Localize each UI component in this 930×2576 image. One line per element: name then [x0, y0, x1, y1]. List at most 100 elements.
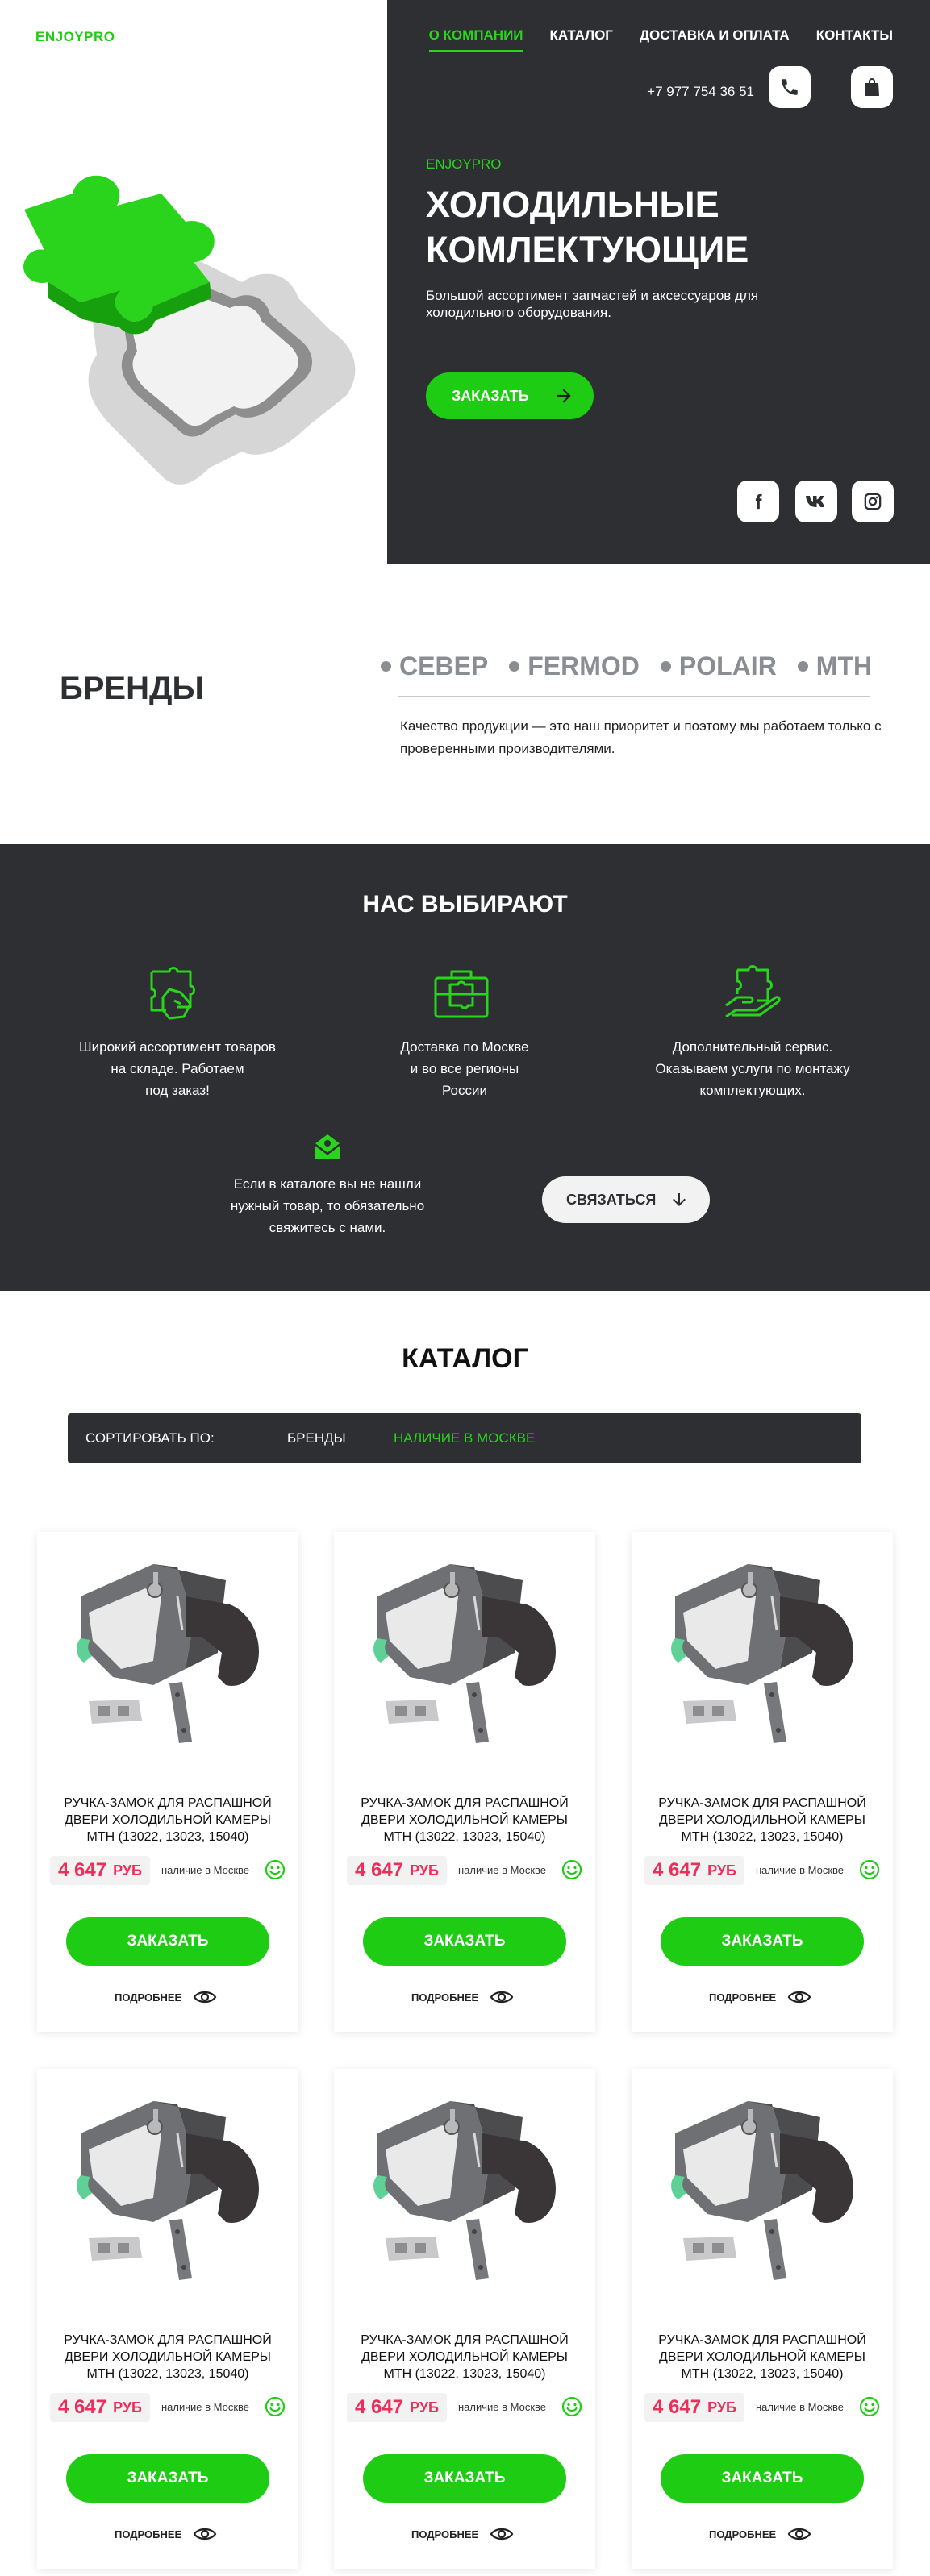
details-link[interactable]: ПОДРОБНЕЕ: [709, 1989, 811, 2005]
details-link[interactable]: ПОДРОБНЕЕ: [115, 2526, 217, 2542]
briefcase-puzzle-icon: [434, 970, 489, 1018]
product-name-line: MTH (13022, 13023, 15040): [86, 1830, 249, 1844]
nav-item-delivery[interactable]: ДОСТАВКА И ОПЛАТА: [640, 27, 790, 52]
order-button[interactable]: ЗАКАЗАТЬ: [66, 2454, 269, 2503]
details-label: ПОДРОБНЕЕ: [411, 1991, 479, 2004]
price-currency: РУБ: [707, 2399, 736, 2416]
service-puzzle-icon: [725, 965, 781, 1018]
product-image[interactable]: [361, 2085, 571, 2287]
sort-option-brands[interactable]: БРЕНДЫ: [287, 1430, 394, 1446]
product-card[interactable]: РУЧКА-ЗАМОК ДЛЯ РАСПАШНОЙ ДВЕРИ ХОЛОДИЛЬ…: [632, 2069, 893, 2569]
product-price: 4 647 РУБ: [347, 1856, 447, 1885]
product-card[interactable]: РУЧКА-ЗАМОК ДЛЯ РАСПАШНОЙ ДВЕРИ ХОЛОДИЛЬ…: [334, 2069, 595, 2569]
brand-list: СЕВЕР FERMOD POLAIR MTH: [381, 651, 893, 681]
call-button[interactable]: [769, 66, 811, 108]
price-value: 4 647: [58, 2396, 107, 2418]
stock-status: наличие в Москве: [756, 2401, 845, 2413]
product-name-line: ДВЕРИ ХОЛОДИЛЬНОЙ КАМЕРЫ: [361, 2350, 568, 2364]
product-card[interactable]: РУЧКА-ЗАМОК ДЛЯ РАСПАШНОЙ ДВЕРИ ХОЛОДИЛЬ…: [37, 1532, 298, 2032]
product-name-line: РУЧКА-ЗАМОК ДЛЯ РАСПАШНОЙ: [64, 2333, 272, 2347]
feature-text-line: под заказ!: [145, 1083, 210, 1098]
eye-icon: [787, 2528, 811, 2541]
details-link[interactable]: ПОДРОБНЕЕ: [411, 1989, 514, 2005]
feature-text-line: Дополнительный сервис.: [672, 1039, 833, 1055]
stock-status: наличие в Москве: [161, 2401, 250, 2413]
hero-section: ENJOYPRO О КОМПАНИИ КАТАЛОГ ДОСТАВКА И О…: [0, 0, 930, 564]
nav-item-catalog[interactable]: КАТАЛОГ: [550, 27, 613, 52]
order-button[interactable]: ЗАКАЗАТЬ: [661, 2454, 864, 2503]
feature-text: Дополнительный сервис. Оказываем услуги …: [619, 1036, 886, 1101]
catalog-title: КАТАЛОГ: [402, 1343, 528, 1374]
product-card[interactable]: РУЧКА-ЗАМОК ДЛЯ РАСПАШНОЙ ДВЕРИ ХОЛОДИЛЬ…: [334, 1532, 595, 2032]
details-label: ПОДРОБНЕЕ: [709, 2528, 777, 2541]
puzzle-illustration: [23, 175, 356, 485]
brand-item[interactable]: MTH: [797, 651, 872, 681]
nav-item-contacts[interactable]: КОНТАКТЫ: [816, 27, 893, 52]
site-logo[interactable]: ENJOYPRO: [35, 29, 115, 45]
vk-link[interactable]: [795, 481, 837, 522]
details-link[interactable]: ПОДРОБНЕЕ: [411, 2526, 514, 2542]
brand-item[interactable]: POLAIR: [660, 651, 777, 681]
sort-option-stock[interactable]: НАЛИЧИЕ В МОСКВЕ: [394, 1430, 535, 1446]
product-name-line: ДВЕРИ ХОЛОДИЛЬНОЙ КАМЕРЫ: [65, 2350, 271, 2364]
nav-item-about[interactable]: О КОМПАНИИ: [428, 27, 523, 52]
bullet-icon: [797, 661, 808, 672]
product-image[interactable]: [659, 1548, 869, 1750]
product-name-line: MTH (13022, 13023, 15040): [383, 1830, 546, 1844]
product-card[interactable]: РУЧКА-ЗАМОК ДЛЯ РАСПАШНОЙ ДВЕРИ ХОЛОДИЛЬ…: [632, 1532, 893, 2032]
details-label: ПОДРОБНЕЕ: [115, 2528, 182, 2541]
feature-text-line: России: [441, 1083, 488, 1098]
product-card[interactable]: РУЧКА-ЗАМОК ДЛЯ РАСПАШНОЙ ДВЕРИ ХОЛОДИЛЬ…: [37, 2069, 298, 2569]
details-link[interactable]: ПОДРОБНЕЕ: [115, 1989, 217, 2005]
product-price: 4 647 РУБ: [644, 2393, 744, 2422]
why-us-title: НАС ВЫБИРАЮТ: [362, 891, 568, 918]
price-value: 4 647: [653, 2396, 702, 2418]
order-button[interactable]: ЗАКАЗАТЬ: [363, 1917, 566, 1966]
feature-text-line: Широкий ассортимент товаров: [79, 1039, 276, 1055]
smile-icon: [265, 1859, 286, 1880]
cart-button[interactable]: [851, 66, 893, 108]
contact-button[interactable]: СВЯЗАТЬСЯ: [542, 1176, 710, 1223]
smile-icon: [859, 1859, 880, 1880]
facebook-link[interactable]: [737, 481, 779, 522]
product-image[interactable]: [65, 1548, 274, 1750]
order-button[interactable]: ЗАКАЗАТЬ: [66, 1917, 269, 1966]
order-button[interactable]: ЗАКАЗАТЬ: [363, 2454, 566, 2503]
bullet-icon: [381, 661, 391, 672]
product-name-line: MTH (13022, 13023, 15040): [681, 1830, 844, 1844]
contact-text: Если в каталоге вы не нашли нужный товар…: [190, 1173, 465, 1238]
price-value: 4 647: [653, 1859, 702, 1881]
details-label: ПОДРОБНЕЕ: [411, 2528, 479, 2541]
order-button[interactable]: ЗАКАЗАТЬ: [661, 1917, 864, 1966]
price-value: 4 647: [58, 1859, 107, 1881]
product-name[interactable]: РУЧКА-ЗАМОК ДЛЯ РАСПАШНОЙ ДВЕРИ ХОЛОДИЛЬ…: [646, 1795, 878, 1846]
product-name[interactable]: РУЧКА-ЗАМОК ДЛЯ РАСПАШНОЙ ДВЕРИ ХОЛОДИЛЬ…: [348, 2332, 581, 2382]
product-image[interactable]: [659, 2085, 869, 2287]
hero-order-button[interactable]: ЗАКАЗАТЬ: [426, 372, 594, 419]
smile-icon: [859, 2396, 880, 2417]
hero-brand: ENJOYPRO: [426, 156, 502, 172]
feature-text-line: и во все регионы: [410, 1061, 519, 1076]
product-name[interactable]: РУЧКА-ЗАМОК ДЛЯ РАСПАШНОЙ ДВЕРИ ХОЛОДИЛЬ…: [348, 1795, 581, 1846]
product-name[interactable]: РУЧКА-ЗАМОК ДЛЯ РАСПАШНОЙ ДВЕРИ ХОЛОДИЛЬ…: [52, 1795, 284, 1846]
product-name[interactable]: РУЧКА-ЗАМОК ДЛЯ РАСПАШНОЙ ДВЕРИ ХОЛОДИЛЬ…: [52, 2332, 284, 2382]
brand-item[interactable]: FERMOD: [509, 651, 640, 681]
feature-text-line: на складе. Работаем: [111, 1061, 244, 1076]
product-name-line: РУЧКА-ЗАМОК ДЛЯ РАСПАШНОЙ: [361, 2333, 569, 2347]
product-name[interactable]: РУЧКА-ЗАМОК ДЛЯ РАСПАШНОЙ ДВЕРИ ХОЛОДИЛЬ…: [646, 2332, 878, 2382]
puzzle-hand-icon: [150, 967, 195, 1020]
brand-item[interactable]: СЕВЕР: [381, 651, 488, 681]
details-link[interactable]: ПОДРОБНЕЕ: [709, 2526, 811, 2542]
instagram-link[interactable]: [852, 481, 894, 522]
phone-number[interactable]: +7 977 754 36 51: [647, 84, 754, 100]
contact-text-line: нужный товар, то обязательно: [230, 1198, 425, 1213]
stock-status: наличие в Москве: [458, 2401, 547, 2413]
price-currency: РУБ: [410, 1862, 439, 1879]
product-name-line: РУЧКА-ЗАМОК ДЛЯ РАСПАШНОЙ: [361, 1796, 569, 1810]
eye-icon: [193, 1991, 217, 2004]
product-image[interactable]: [361, 1548, 571, 1750]
product-image[interactable]: [65, 2085, 274, 2287]
sort-bar: СОРТИРОВАТЬ ПО: БРЕНДЫ НАЛИЧИЕ В МОСКВЕ: [68, 1413, 861, 1463]
brand-label: СЕВЕР: [399, 651, 489, 680]
product-price: 4 647 РУБ: [347, 2393, 447, 2422]
